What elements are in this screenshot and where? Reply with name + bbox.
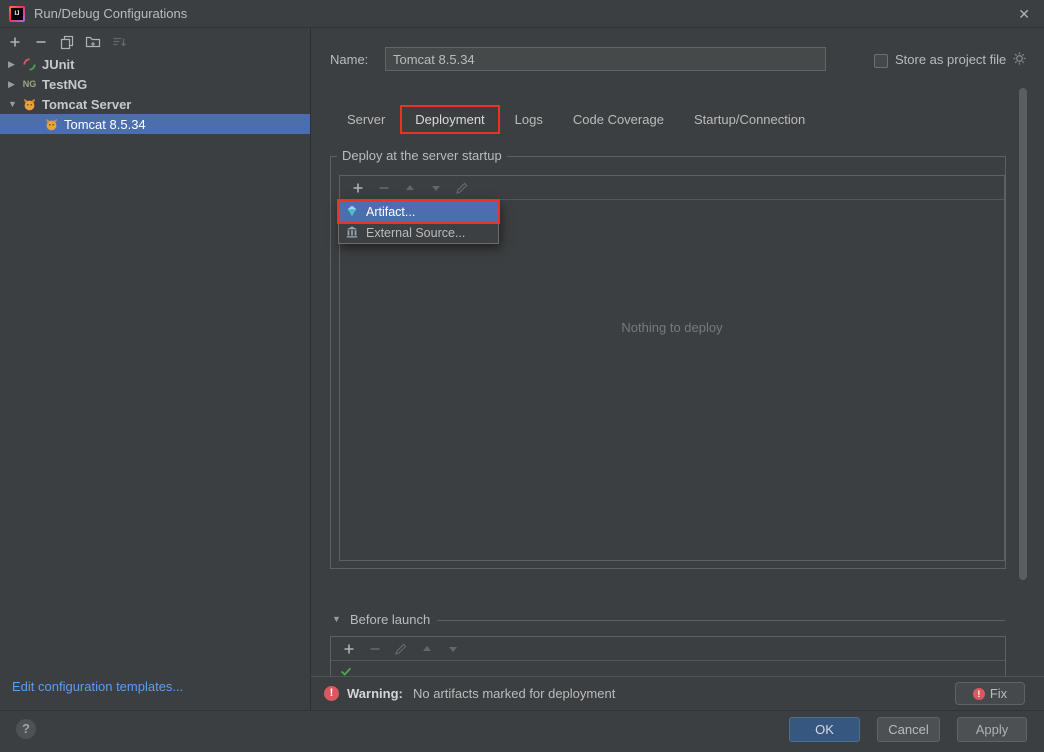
- store-as-project-file-checkbox[interactable]: [874, 54, 888, 68]
- error-icon: !: [973, 688, 985, 700]
- before-launch-divider: [437, 620, 1005, 621]
- before-launch-panel: [330, 636, 1006, 676]
- edit-icon[interactable]: [454, 180, 470, 196]
- intellij-logo-text: IJ: [11, 8, 23, 20]
- ok-button[interactable]: OK: [789, 717, 860, 742]
- deploy-toolbar: [340, 176, 1004, 200]
- warning-message: No artifacts marked for deployment: [413, 686, 615, 701]
- popup-item-label: Artifact...: [366, 205, 415, 219]
- sort-configurations-icon[interactable]: [111, 34, 127, 50]
- move-down-icon[interactable]: [445, 641, 461, 657]
- tab-logs[interactable]: Logs: [500, 105, 558, 134]
- tree-item-tomcat-8-5-34[interactable]: Tomcat 8.5.34: [0, 114, 310, 134]
- warning-bar: ! Warning: No artifacts marked for deplo…: [311, 676, 1044, 710]
- tree-item-junit[interactable]: ▶ JUnit: [0, 54, 310, 74]
- tab-startup-connection[interactable]: Startup/Connection: [679, 105, 820, 134]
- edit-icon[interactable]: [393, 641, 409, 657]
- tab-deployment[interactable]: Deployment: [400, 105, 499, 134]
- artifact-icon: [345, 204, 360, 219]
- tomcat-config-icon: [44, 117, 59, 132]
- vertical-scrollbar-thumb[interactable]: [1019, 88, 1027, 580]
- move-up-icon[interactable]: [419, 641, 435, 657]
- remove-icon[interactable]: [376, 180, 392, 196]
- edit-configuration-templates-link[interactable]: Edit configuration templates...: [12, 679, 183, 694]
- new-folder-icon[interactable]: [85, 34, 101, 50]
- popup-item-artifact[interactable]: Artifact...: [339, 201, 498, 222]
- cancel-button[interactable]: Cancel: [877, 717, 940, 742]
- copy-configuration-icon[interactable]: [59, 34, 75, 50]
- move-up-icon[interactable]: [402, 180, 418, 196]
- fix-button[interactable]: ! Fix: [955, 682, 1025, 705]
- name-label: Name:: [330, 52, 368, 67]
- before-launch-task-row[interactable]: [331, 661, 1005, 676]
- close-icon[interactable]: ✕: [1018, 0, 1030, 28]
- chevron-right-icon[interactable]: ▶: [8, 59, 22, 70]
- nothing-to-deploy-text: Nothing to deploy: [340, 320, 1004, 335]
- add-icon[interactable]: [350, 180, 366, 196]
- deploy-group-title: Deploy at the server startup: [337, 148, 507, 163]
- apply-button[interactable]: Apply: [957, 717, 1027, 742]
- footer-divider: [0, 710, 1044, 711]
- tree-item-label: TestNG: [42, 77, 87, 92]
- popup-item-label: External Source...: [366, 226, 465, 240]
- warning-icon: !: [324, 686, 339, 701]
- fix-button-label: Fix: [990, 686, 1007, 701]
- external-source-icon: [345, 225, 360, 240]
- store-as-project-file-label: Store as project file: [895, 52, 1006, 67]
- chevron-right-icon[interactable]: ▶: [8, 79, 22, 90]
- configuration-tabs: Server Deployment Logs Code Coverage Sta…: [332, 104, 820, 134]
- window-title: Run/Debug Configurations: [34, 0, 187, 28]
- add-icon[interactable]: [341, 641, 357, 657]
- help-button[interactable]: ?: [16, 719, 36, 739]
- tree-item-label: Tomcat 8.5.34: [64, 117, 146, 132]
- add-deployment-popup: Artifact... External Source...: [338, 200, 499, 244]
- title-bar: IJ Run/Debug Configurations ✕: [0, 0, 1044, 28]
- sidebar-divider: [310, 28, 311, 710]
- chevron-down-icon[interactable]: ▼: [8, 99, 22, 109]
- add-configuration-icon[interactable]: [7, 34, 23, 50]
- tomcat-icon: [22, 97, 37, 112]
- gear-icon[interactable]: [1012, 51, 1027, 66]
- configurations-toolbar: [7, 31, 127, 53]
- tab-code-coverage[interactable]: Code Coverage: [558, 105, 679, 134]
- name-input[interactable]: [385, 47, 826, 71]
- junit-icon: [22, 57, 37, 72]
- before-launch-label: Before launch: [350, 612, 430, 627]
- intellij-logo-icon: IJ: [9, 6, 25, 22]
- check-icon: [339, 664, 354, 677]
- tree-item-tomcat-server[interactable]: ▼ Tomcat Server: [0, 94, 310, 114]
- remove-configuration-icon[interactable]: [33, 34, 49, 50]
- remove-icon[interactable]: [367, 641, 383, 657]
- testng-icon: NG: [22, 79, 37, 89]
- run-debug-configurations-dialog: IJ Run/Debug Configurations ✕ ▶ JUnit ▶ …: [0, 0, 1044, 752]
- tree-item-label: JUnit: [42, 57, 75, 72]
- warning-prefix: Warning:: [347, 686, 403, 701]
- before-launch-collapse-icon[interactable]: ▼: [332, 614, 341, 624]
- before-launch-toolbar: [331, 637, 1005, 661]
- tab-server[interactable]: Server: [332, 105, 400, 134]
- tree-item-label: Tomcat Server: [42, 97, 131, 112]
- popup-item-external-source[interactable]: External Source...: [339, 222, 498, 243]
- tree-item-testng[interactable]: ▶ NG TestNG: [0, 74, 310, 94]
- move-down-icon[interactable]: [428, 180, 444, 196]
